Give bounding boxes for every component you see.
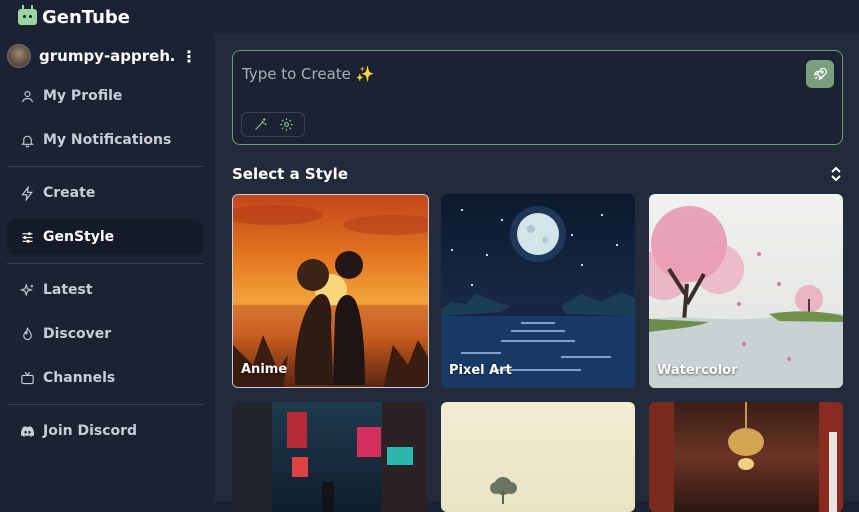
sidebar-divider: [7, 404, 203, 405]
style-card-cyberpunk[interactable]: [232, 402, 426, 512]
card-label: Watercolor: [657, 363, 738, 378]
sidebar-divider: [7, 166, 203, 167]
sidebar-item-label: Create: [43, 185, 96, 201]
rocket-icon: [812, 66, 828, 82]
discord-icon: [19, 423, 35, 439]
more-options-icon[interactable]: ⋮: [181, 47, 197, 66]
style-card-minimal[interactable]: [441, 402, 635, 512]
sidebar-item-label: Discover: [43, 326, 112, 342]
wand-icon[interactable]: [253, 117, 268, 132]
robot-icon: [18, 5, 37, 25]
sidebar-item-join-discord[interactable]: Join Discord: [7, 413, 203, 449]
pixel-art-thumbnail: [441, 194, 635, 388]
avatar[interactable]: [7, 44, 31, 68]
generate-button[interactable]: [806, 60, 834, 88]
sidebar-item-my-profile[interactable]: My Profile: [7, 78, 203, 114]
sidebar-item-label: Channels: [43, 370, 116, 386]
city-thumbnail: [232, 402, 426, 512]
zap-icon: [19, 185, 35, 201]
style-card-watercolor[interactable]: Watercolor: [649, 194, 843, 388]
section-title: Select a Style: [232, 165, 348, 183]
sidebar: grumpy-appreh… ⋮ My Profile My Notificat…: [0, 34, 215, 501]
sparkles-icon: [19, 282, 35, 298]
sidebar-item-label: Latest: [43, 282, 93, 298]
app-logo-text[interactable]: GenTube: [42, 7, 130, 28]
prompt-box[interactable]: [232, 50, 843, 145]
card-label: Pixel Art: [449, 363, 512, 378]
style-card-baroque[interactable]: [649, 402, 843, 512]
sidebar-item-genstyle[interactable]: GenStyle: [7, 219, 203, 255]
style-card-anime[interactable]: Anime: [232, 194, 429, 388]
top-bar: GenTube: [0, 0, 859, 34]
sidebar-item-my-notifications[interactable]: My Notifications: [7, 122, 203, 158]
sidebar-divider: [7, 263, 203, 264]
user-menu[interactable]: grumpy-appreh… ⋮: [0, 34, 215, 78]
minimal-thumbnail: [441, 402, 635, 512]
sidebar-item-label: My Notifications: [43, 132, 172, 148]
watercolor-thumbnail: [649, 194, 843, 388]
bell-icon: [19, 132, 35, 148]
style-card-pixel-art[interactable]: Pixel Art: [441, 194, 635, 388]
chevrons-up-down-icon[interactable]: [830, 166, 842, 182]
tv-icon: [19, 370, 35, 386]
sidebar-item-label: My Profile: [43, 88, 123, 104]
sidebar-item-create[interactable]: Create: [7, 175, 203, 211]
anime-thumbnail: [233, 195, 428, 387]
prompt-input[interactable]: [242, 63, 762, 85]
sidebar-item-label: Join Discord: [43, 423, 138, 439]
username[interactable]: grumpy-appreh…: [39, 47, 174, 65]
baroque-thumbnail: [649, 402, 843, 512]
card-label: Anime: [241, 362, 288, 377]
sidebar-item-latest[interactable]: Latest: [7, 272, 203, 308]
gear-icon[interactable]: [279, 117, 294, 132]
sliders-icon: [19, 229, 35, 245]
prompt-tools: [241, 112, 305, 137]
sidebar-item-discover[interactable]: Discover: [7, 316, 203, 352]
user-icon: [19, 88, 35, 104]
main-content: Select a Style Anime: [215, 34, 859, 512]
sidebar-item-channels[interactable]: Channels: [7, 360, 203, 396]
flame-icon: [19, 326, 35, 342]
sidebar-item-label: GenStyle: [43, 229, 115, 245]
